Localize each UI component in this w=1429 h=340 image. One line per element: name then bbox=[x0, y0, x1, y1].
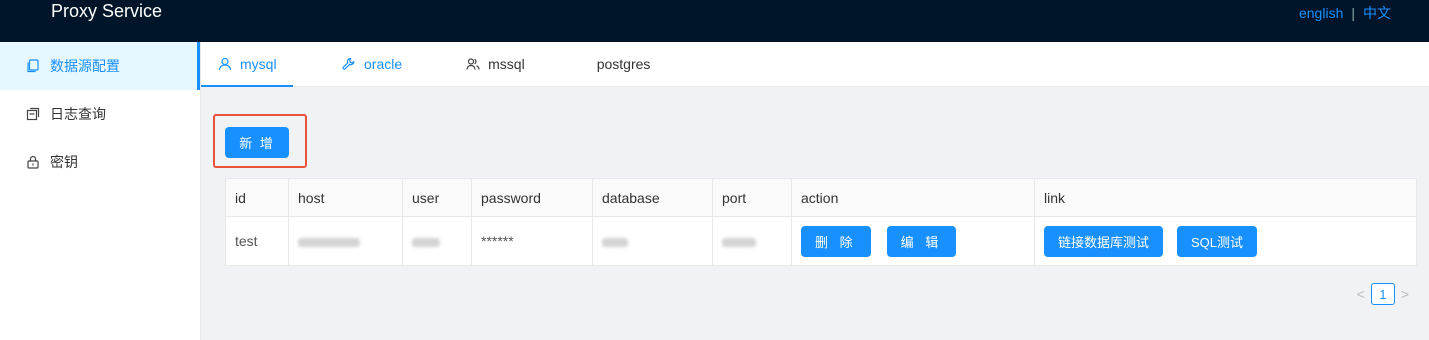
column-header-password: password bbox=[471, 178, 593, 217]
sidebar-item-keys[interactable]: 密钥 bbox=[0, 138, 200, 186]
tab-label: oracle bbox=[364, 56, 403, 72]
edit-button[interactable]: 编 辑 bbox=[886, 225, 957, 257]
delete-button[interactable]: 删 除 bbox=[801, 225, 871, 257]
test-connection-button[interactable]: 链接数据库测试 bbox=[1044, 225, 1164, 257]
sql-test-button[interactable]: SQL测试 bbox=[1177, 225, 1258, 257]
column-header-link: link bbox=[1034, 178, 1417, 217]
add-button[interactable]: 新 增 bbox=[225, 127, 289, 158]
cell-action: 删 除编 辑 bbox=[791, 216, 1035, 266]
table-row: test ****** 删 除编 辑 链接数据库测试 SQL测试 bbox=[225, 216, 1417, 266]
tab-mssql[interactable]: mssql bbox=[466, 42, 525, 86]
datasource-table: id host user password database port acti… bbox=[225, 178, 1417, 266]
top-header: Proxy Service english | 中文 bbox=[0, 0, 1429, 42]
lang-separator: | bbox=[1351, 5, 1355, 21]
column-header-database: database bbox=[592, 178, 713, 217]
cell-host bbox=[288, 216, 403, 266]
sidebar-item-label: 数据源配置 bbox=[50, 58, 120, 74]
table-header-row: id host user password database port acti… bbox=[225, 178, 1417, 217]
prev-page-button[interactable]: < bbox=[1351, 286, 1371, 302]
column-header-user: user bbox=[402, 178, 472, 217]
switcher-icon bbox=[26, 107, 40, 121]
pagination: < 1 > bbox=[1351, 283, 1415, 305]
redacted-user bbox=[412, 237, 440, 247]
cell-database bbox=[592, 216, 713, 266]
tab-label: mssql bbox=[488, 56, 525, 72]
tab-mysql[interactable]: mysql bbox=[201, 42, 293, 87]
column-header-action: action bbox=[791, 178, 1035, 217]
cell-user bbox=[402, 216, 472, 266]
user-icon bbox=[218, 57, 232, 71]
tab-postgres[interactable]: postgres bbox=[597, 42, 651, 86]
cell-port bbox=[712, 216, 792, 266]
database-tabs: mysql oracle mssql postgres bbox=[201, 42, 1429, 87]
language-switcher: english | 中文 bbox=[1299, 3, 1391, 23]
page-number-1[interactable]: 1 bbox=[1370, 283, 1395, 305]
cell-link: 链接数据库测试 SQL测试 bbox=[1034, 216, 1417, 266]
cell-password: ****** bbox=[471, 216, 593, 266]
tool-icon bbox=[342, 57, 355, 70]
sidebar-item-log-query[interactable]: 日志查询 bbox=[0, 90, 200, 138]
column-header-port: port bbox=[712, 178, 792, 217]
lang-chinese-link[interactable]: 中文 bbox=[1363, 3, 1391, 23]
lang-english-link[interactable]: english bbox=[1299, 5, 1343, 21]
copy-icon bbox=[27, 59, 39, 73]
sidebar-item-datasource[interactable]: 数据源配置 bbox=[0, 42, 200, 90]
column-header-id: id bbox=[225, 178, 289, 217]
sidebar-item-label: 密钥 bbox=[50, 154, 78, 170]
lock-icon bbox=[27, 155, 39, 169]
tab-oracle[interactable]: oracle bbox=[342, 42, 402, 86]
app-title: Proxy Service bbox=[51, 1, 163, 21]
redacted-port bbox=[722, 237, 756, 247]
tab-label: mysql bbox=[240, 56, 277, 72]
redacted-database bbox=[602, 237, 628, 247]
main-content: mysql oracle mssql postgres 新 增 id host … bbox=[201, 42, 1429, 340]
team-icon bbox=[466, 58, 480, 70]
column-header-host: host bbox=[288, 178, 403, 217]
tab-label: postgres bbox=[596, 56, 651, 72]
redacted-host bbox=[298, 237, 360, 247]
sidebar-item-label: 日志查询 bbox=[50, 106, 106, 122]
next-page-button[interactable]: > bbox=[1395, 286, 1415, 302]
sidebar: 数据源配置 日志查询 密钥 bbox=[0, 42, 201, 340]
cell-id: test bbox=[225, 216, 289, 266]
